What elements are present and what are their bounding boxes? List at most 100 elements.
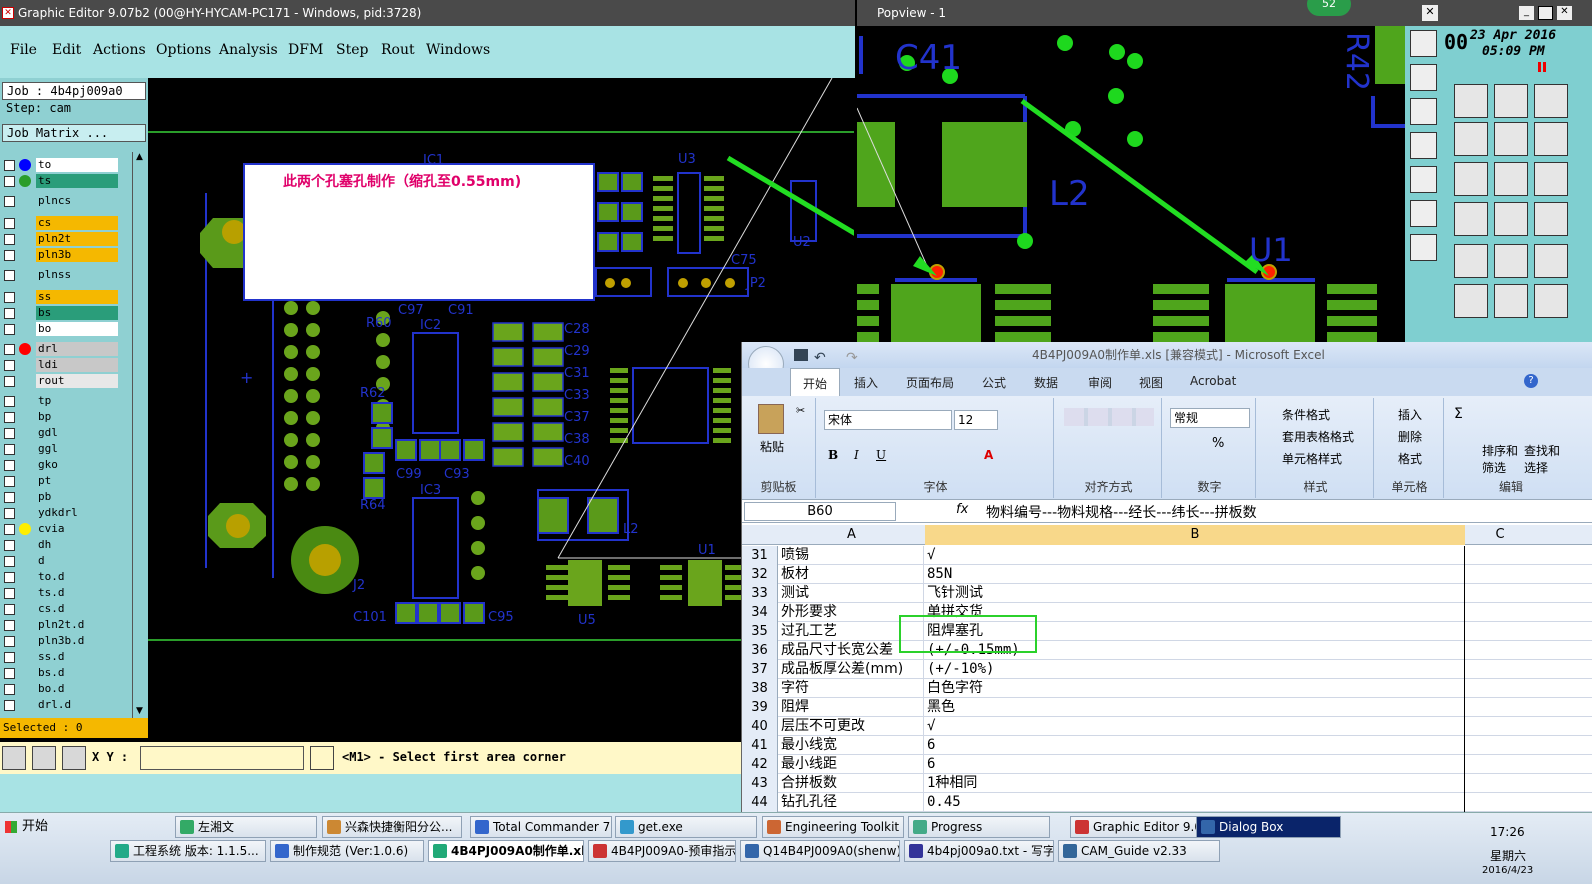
cell-a[interactable]: 板材 xyxy=(779,565,924,584)
tab-home[interactable]: 开始 xyxy=(790,368,841,396)
layer-checkbox[interactable] xyxy=(4,652,15,663)
cell-a[interactable]: 最小线宽 xyxy=(779,736,924,755)
row-number[interactable]: 40 xyxy=(742,717,778,736)
layer-checkbox[interactable] xyxy=(4,308,15,319)
layer-checkbox[interactable] xyxy=(4,684,15,695)
menu-edit[interactable]: Edit xyxy=(52,42,81,58)
layer-checkbox[interactable] xyxy=(4,572,15,583)
tab-insert[interactable]: 插入 xyxy=(854,374,878,391)
cell-b[interactable]: 6 xyxy=(925,755,1465,774)
layer-checkbox[interactable] xyxy=(4,668,15,679)
pv-tool-1-icon[interactable] xyxy=(1410,30,1437,57)
layer-checkbox[interactable] xyxy=(4,344,15,355)
layer-checkbox[interactable] xyxy=(4,234,15,245)
layer-row-to-d[interactable]: to.d xyxy=(4,570,118,584)
layer-name[interactable]: bo.d xyxy=(36,682,118,696)
column-header-a[interactable]: A xyxy=(779,525,924,545)
cell-a[interactable]: 合拼板数 xyxy=(779,774,924,793)
rt-tool-2-icon[interactable] xyxy=(1494,84,1528,118)
cell-b[interactable]: 白色字符 xyxy=(925,679,1465,698)
paste-icon[interactable] xyxy=(758,404,784,434)
rt-tool-11-icon[interactable] xyxy=(1494,202,1528,236)
rt-tool-13-icon[interactable] xyxy=(1454,244,1488,278)
row-number[interactable]: 43 xyxy=(742,774,778,793)
layer-row-to[interactable]: to xyxy=(4,158,118,172)
layer-checkbox[interactable] xyxy=(4,428,15,439)
conditional-format-button[interactable]: 条件格式 xyxy=(1282,406,1330,423)
layer-name[interactable]: ts.d xyxy=(36,586,118,600)
rt-tool-3-icon[interactable] xyxy=(1534,84,1568,118)
pv-tool-3-icon[interactable] xyxy=(1410,98,1437,125)
layer-name[interactable]: bs xyxy=(36,306,118,320)
layer-name[interactable]: ggl xyxy=(36,442,118,456)
align-buttons[interactable] xyxy=(1064,408,1154,426)
cell-a[interactable]: 层压不可更改 xyxy=(779,717,924,736)
taskbar-button[interactable]: Total Commander 7.0 ... xyxy=(470,816,612,838)
bold-button[interactable]: B xyxy=(828,448,838,462)
layer-checkbox[interactable] xyxy=(4,524,15,535)
layer-checkbox[interactable] xyxy=(4,396,15,407)
rt-tool-15-icon[interactable] xyxy=(1534,244,1568,278)
layer-row-cs[interactable]: cs xyxy=(4,216,118,230)
layer-row-bo-d[interactable]: bo.d xyxy=(4,682,118,696)
layer-checkbox[interactable] xyxy=(4,508,15,519)
rt-tool-10-icon[interactable] xyxy=(1454,202,1488,236)
tab-data[interactable]: 数据 xyxy=(1034,374,1058,391)
taskbar-button[interactable]: Graphic Editor 9.07b2 ... xyxy=(1070,816,1198,838)
fx-icon[interactable]: fx xyxy=(956,502,968,517)
layer-name[interactable]: bo xyxy=(36,322,118,336)
layer-row-ts[interactable]: ts xyxy=(4,174,118,188)
menu-options[interactable]: Options xyxy=(156,42,211,58)
cell-a[interactable]: 喷锡 xyxy=(779,546,924,565)
job-matrix-button[interactable]: Job Matrix ... xyxy=(2,124,146,142)
cell-style-button[interactable]: 单元格样式 xyxy=(1282,450,1342,467)
cell-a[interactable]: 阻焊 xyxy=(779,698,924,717)
layer-checkbox[interactable] xyxy=(4,196,15,207)
taskbar-button[interactable]: CAM_Guide v2.33 xyxy=(1058,840,1220,862)
layer-checkbox[interactable] xyxy=(4,476,15,487)
cell-a[interactable]: 最小线距 xyxy=(779,755,924,774)
percent-button[interactable]: % xyxy=(1212,436,1224,451)
layer-row-pln2t[interactable]: pln2t xyxy=(4,232,118,246)
close-icon[interactable]: ✕ xyxy=(1557,6,1572,20)
layer-row-gdl[interactable]: gdl xyxy=(4,426,118,440)
layer-name[interactable]: cs.d xyxy=(36,602,118,616)
layer-row-tp[interactable]: tp xyxy=(4,394,118,408)
layer-row-cs-d[interactable]: cs.d xyxy=(4,602,118,616)
layer-name[interactable]: ts xyxy=(36,174,118,188)
pv-tool-6-icon[interactable] xyxy=(1410,200,1437,227)
layer-name[interactable]: ss xyxy=(36,290,118,304)
layer-row-ggl[interactable]: ggl xyxy=(4,442,118,456)
row-number[interactable]: 36 xyxy=(742,641,778,660)
layer-name[interactable]: to.d xyxy=(36,570,118,584)
layer-name[interactable]: tp xyxy=(36,394,118,408)
layer-row-dh[interactable]: dh xyxy=(4,538,118,552)
layer-name[interactable]: to xyxy=(36,158,118,172)
layer-checkbox[interactable] xyxy=(4,604,15,615)
measure-icon[interactable] xyxy=(32,746,56,770)
cell-a[interactable]: 钻孔孔径 xyxy=(779,793,924,812)
scroll-down-icon[interactable]: ▼ xyxy=(133,706,146,718)
tab-formulas[interactable]: 公式 xyxy=(982,374,1006,391)
rt-tool-6-icon[interactable] xyxy=(1534,122,1568,156)
layer-name[interactable]: plnss xyxy=(36,268,118,282)
taskbar-button[interactable]: get.exe xyxy=(615,816,757,838)
layer-row-pb[interactable]: pb xyxy=(4,490,118,504)
layer-row-ydkdrl[interactable]: ydkdrl xyxy=(4,506,118,520)
layer-name[interactable]: bs.d xyxy=(36,666,118,680)
layer-row-cvia[interactable]: cvia xyxy=(4,522,118,536)
number-format-select[interactable]: 常规 xyxy=(1170,408,1250,428)
layer-name[interactable]: pln2t xyxy=(36,232,118,246)
layer-row-rout[interactable]: rout xyxy=(4,374,118,388)
start-button[interactable]: 开始 xyxy=(2,817,50,839)
layer-name[interactable]: gdl xyxy=(36,426,118,440)
layer-row-drl[interactable]: drl xyxy=(4,342,118,356)
taskbar-button[interactable]: 工程系统 版本: 1.1.5... xyxy=(110,840,266,862)
rt-tool-12-icon[interactable] xyxy=(1534,202,1568,236)
taskbar-button[interactable]: 制作规范 (Ver:1.0.6) xyxy=(270,840,424,862)
layer-checkbox[interactable] xyxy=(4,292,15,303)
taskbar-button[interactable]: Progress xyxy=(908,816,1050,838)
taskbar-button[interactable]: Q14B4PJ009A0(shenw)2... xyxy=(740,840,900,862)
cell-a[interactable]: 字符 xyxy=(779,679,924,698)
underline-button[interactable]: U xyxy=(876,448,886,462)
